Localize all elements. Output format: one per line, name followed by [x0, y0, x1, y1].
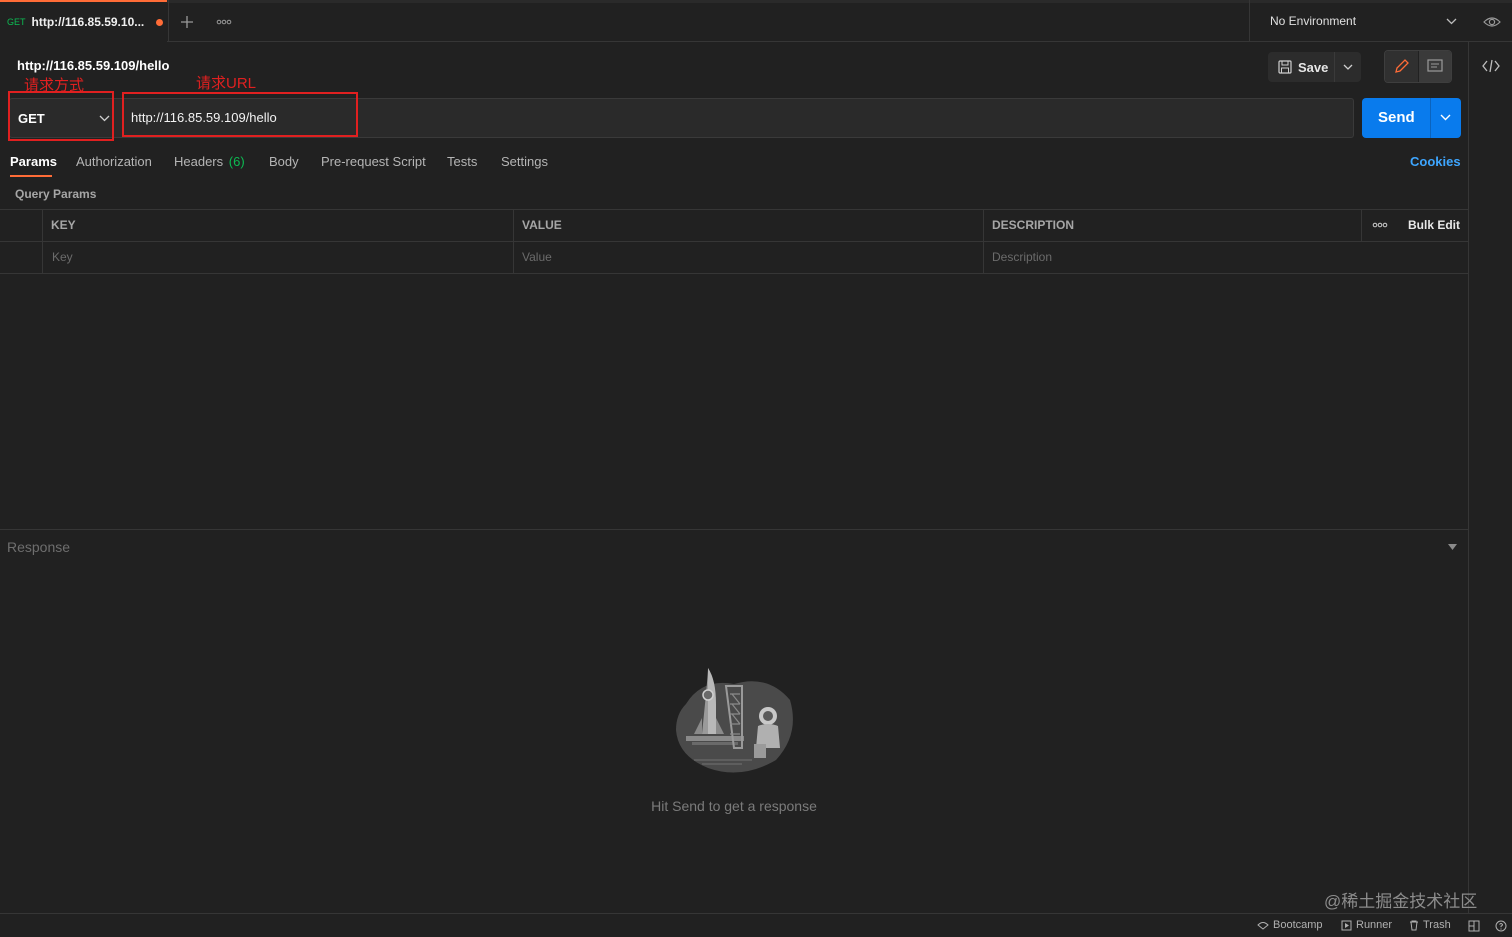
response-divider[interactable] [0, 529, 1468, 530]
chevron-down-icon [1343, 64, 1353, 70]
edit-mode-button[interactable] [1385, 51, 1418, 82]
new-tab-plus-icon[interactable] [180, 15, 194, 29]
annotation-url-label: 请求URL [196, 75, 257, 92]
save-options-button[interactable] [1334, 52, 1361, 82]
empty-response-hint: Hit Send to get a response [651, 798, 817, 814]
runner-button[interactable]: Runner [1341, 919, 1392, 931]
cookies-link[interactable]: Cookies [1410, 154, 1461, 169]
table-header-border [0, 241, 1468, 242]
bulk-edit-button[interactable]: Bulk Edit [1408, 218, 1460, 232]
table-top-border [0, 209, 1468, 210]
tab-body[interactable]: Body [269, 154, 299, 169]
trash-icon [1410, 920, 1418, 930]
tab-separator [168, 0, 169, 42]
code-icon[interactable] [1482, 59, 1500, 73]
tab-headers-label: Headers [174, 154, 224, 169]
table-col-divider [42, 209, 43, 274]
table-more-options-icon[interactable] [1372, 222, 1388, 228]
tab-title: http://116.85.59.10... [31, 15, 145, 29]
unsaved-dot-icon [156, 18, 164, 26]
layout-toggle-icon[interactable] [1468, 920, 1480, 932]
tab-settings[interactable]: Settings [501, 154, 548, 169]
table-col-divider [983, 209, 984, 274]
bootcamp-button[interactable]: Bootcamp [1257, 919, 1323, 931]
environment-chevron-down-icon[interactable] [1446, 18, 1457, 25]
tab-authorization[interactable]: Authorization [76, 154, 152, 169]
send-options-chevron-down-icon[interactable] [1440, 114, 1451, 121]
save-label: Save [1298, 59, 1329, 75]
column-header-description: DESCRIPTION [992, 218, 1075, 232]
query-params-title: Query Params [15, 187, 97, 201]
send-divider [1430, 98, 1431, 138]
active-tab-indicator [10, 175, 52, 177]
eye-icon[interactable] [1483, 15, 1501, 29]
tab-pre-request-script[interactable]: Pre-request Script [321, 154, 426, 169]
tab-tests[interactable]: Tests [447, 154, 477, 169]
column-header-key: KEY [51, 218, 76, 232]
value-input[interactable]: Value [522, 250, 552, 264]
table-col-divider [1361, 209, 1362, 242]
runner-icon [1341, 920, 1352, 930]
column-header-value: VALUE [522, 218, 562, 232]
bootcamp-icon [1257, 922, 1269, 930]
save-icon [1278, 60, 1292, 74]
tab-params[interactable]: Params [10, 154, 57, 169]
watermark: @稀土掘金技术社区 [1324, 892, 1478, 911]
help-icon[interactable] [1495, 920, 1507, 932]
trash-label: Trash [1423, 919, 1451, 931]
response-label: Response [7, 539, 71, 555]
comment-icon [1427, 59, 1443, 72]
environment-label: No Environment [1270, 14, 1357, 28]
annotation-method-box [8, 91, 114, 141]
tab-headers[interactable]: Headers (6) [174, 154, 245, 169]
bootcamp-label: Bootcamp [1273, 919, 1323, 931]
comments-button[interactable] [1419, 51, 1451, 82]
more-tabs-icon[interactable] [216, 19, 232, 25]
environment-selector[interactable]: No Environment [1249, 0, 1469, 42]
table-bottom-border [0, 273, 1468, 274]
description-input[interactable]: Description [992, 250, 1052, 264]
tab-method: GET [7, 17, 26, 27]
runner-label: Runner [1356, 919, 1393, 931]
trash-button[interactable]: Trash [1409, 919, 1451, 931]
key-input[interactable]: Key [52, 250, 73, 264]
annotation-url-box [122, 92, 358, 137]
pencil-icon [1395, 59, 1409, 73]
request-title: http://116.85.59.109/hello [17, 58, 170, 73]
response-collapse-icon[interactable] [1448, 544, 1457, 550]
rocket-astronaut-illustration [672, 664, 796, 778]
headers-count-badge: (6) [228, 154, 245, 169]
send-button[interactable]: Send [1362, 98, 1461, 138]
table-col-divider [513, 209, 514, 274]
send-label: Send [1378, 109, 1415, 126]
right-sidebar [1468, 42, 1512, 914]
request-tab[interactable]: GET http://116.85.59.10... [0, 0, 167, 42]
